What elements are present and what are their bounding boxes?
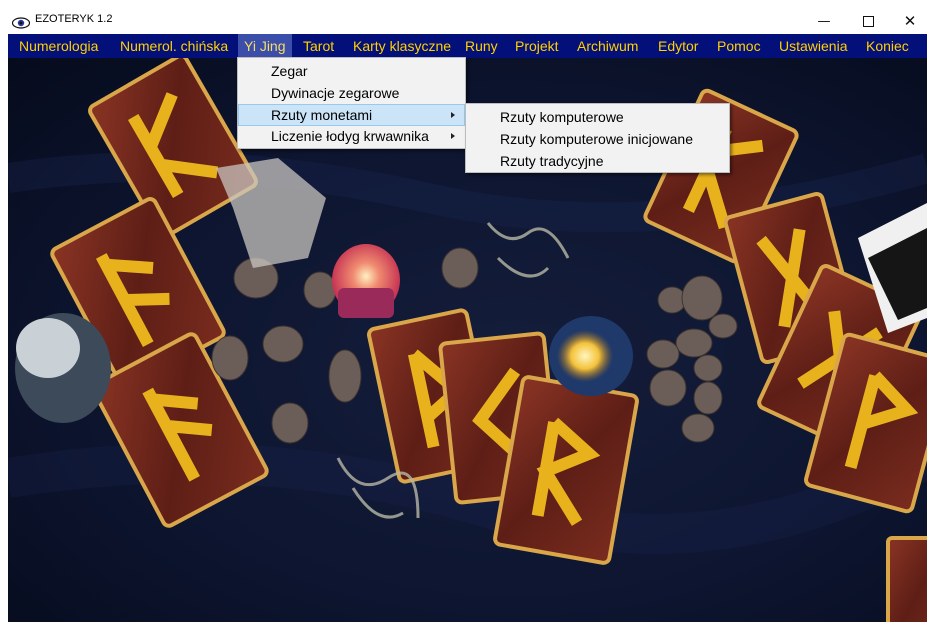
submenu-arrow-icon <box>451 112 455 118</box>
rzuty-monetami-submenu: Rzuty komputerowe Rzuty komputerowe inic… <box>465 103 730 173</box>
desktop-edge <box>0 0 8 622</box>
menu-numerologia[interactable]: Numerologia <box>19 34 98 58</box>
window-title: EZOTERYK 1.2 <box>35 13 113 25</box>
minimize-button[interactable]: — <box>802 8 846 34</box>
app-window: EZOTERYK 1.2 — ✕ Numerologia Numerol. ch… <box>0 0 927 622</box>
menu-tarot[interactable]: Tarot <box>303 34 334 58</box>
menu-item-rzuty-monetami[interactable]: Rzuty monetami <box>238 104 465 126</box>
menu-item-liczenie-lodyg[interactable]: Liczenie łodyg krwawnika <box>238 125 465 147</box>
menu-projekt[interactable]: Projekt <box>515 34 559 58</box>
menu-item-rzuty-komputerowe-inicjowane[interactable]: Rzuty komputerowe inicjowane <box>466 128 729 150</box>
menu-yi-jing[interactable]: Yi Jing <box>238 34 292 58</box>
menu-item-dywinacje-zegarowe[interactable]: Dywinacje zegarowe <box>238 82 465 104</box>
submenu-arrow-icon <box>451 133 455 139</box>
menu-karty-klasyczne[interactable]: Karty klasyczne <box>353 34 451 58</box>
menu-pomoc[interactable]: Pomoc <box>717 34 761 58</box>
close-icon: ✕ <box>903 12 917 30</box>
menu-item-zegar[interactable]: Zegar <box>238 60 465 82</box>
menu-koniec[interactable]: Koniec <box>866 34 909 58</box>
menu-archiwum[interactable]: Archiwum <box>577 34 638 58</box>
minimize-icon: — <box>817 13 831 29</box>
eye-icon <box>11 14 31 29</box>
yi-jing-menu: Zegar Dywinacje zegarowe Rzuty monetami … <box>237 57 466 149</box>
title-bar[interactable]: EZOTERYK 1.2 — ✕ <box>8 8 927 34</box>
menu-item-rzuty-komputerowe[interactable]: Rzuty komputerowe <box>466 106 729 128</box>
menu-bar: Numerologia Numerol. chińska Yi Jing Tar… <box>8 34 927 58</box>
menu-ustawienia[interactable]: Ustawienia <box>779 34 847 58</box>
menu-edytor[interactable]: Edytor <box>658 34 698 58</box>
menu-runy[interactable]: Runy <box>465 34 498 58</box>
menu-item-rzuty-tradycyjne[interactable]: Rzuty tradycyjne <box>466 150 729 172</box>
menu-numerologia-chinska[interactable]: Numerol. chińska <box>120 34 228 58</box>
close-button[interactable]: ✕ <box>888 8 927 34</box>
maximize-icon <box>862 15 874 27</box>
maximize-button[interactable] <box>846 8 890 34</box>
